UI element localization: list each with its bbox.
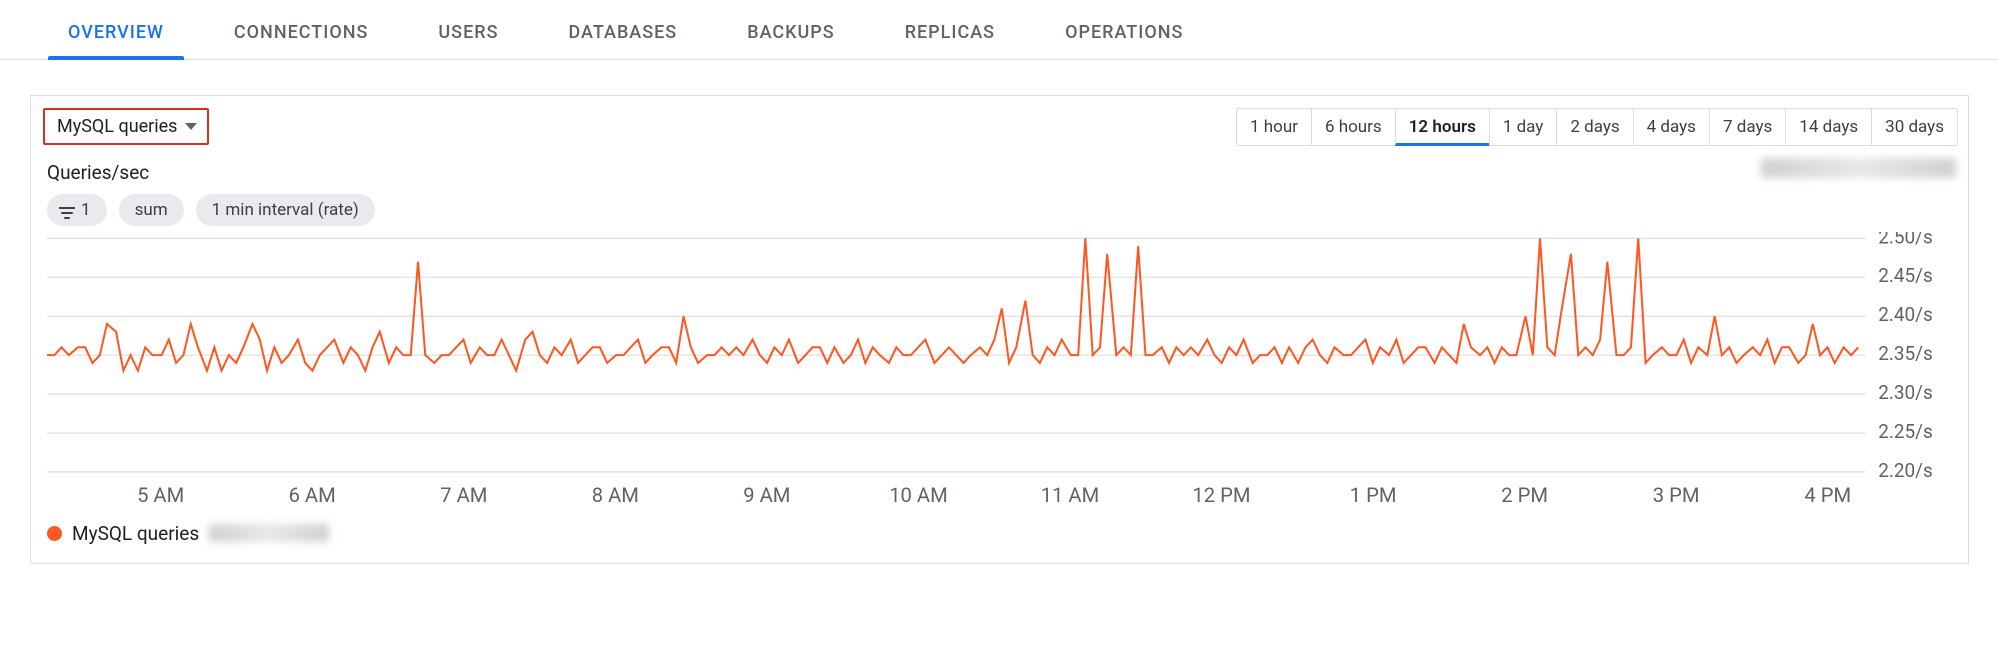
filter-icon: [59, 204, 75, 216]
time-range-6-hours[interactable]: 6 hours: [1311, 108, 1396, 146]
time-range-1-day[interactable]: 1 day: [1489, 108, 1558, 146]
svg-text:11 AM: 11 AM: [1041, 483, 1100, 507]
tab-databases[interactable]: DATABASES: [558, 22, 687, 59]
svg-text:2.45/s: 2.45/s: [1878, 264, 1933, 287]
chip-interval[interactable]: 1 min interval (rate): [196, 194, 375, 226]
svg-text:5 AM: 5 AM: [137, 483, 184, 507]
chevron-down-icon: [185, 123, 197, 130]
chip-filter-count: 1: [81, 200, 91, 220]
chip-interval-label: 1 min interval (rate): [212, 200, 359, 220]
redacted-legend-suffix: [209, 524, 329, 542]
time-range-1-hour[interactable]: 1 hour: [1236, 108, 1312, 146]
svg-text:7 AM: 7 AM: [440, 483, 487, 507]
time-range-30-days[interactable]: 30 days: [1871, 108, 1958, 146]
legend-dot-icon: [47, 526, 62, 541]
time-range-2-days[interactable]: 2 days: [1556, 108, 1633, 146]
metric-selector[interactable]: MySQL queries: [43, 108, 209, 145]
svg-text:2.20/s: 2.20/s: [1878, 459, 1933, 482]
chip-aggregation-label: sum: [135, 200, 168, 220]
tab-backups[interactable]: BACKUPS: [737, 22, 844, 59]
tab-connections[interactable]: CONNECTIONS: [224, 22, 379, 59]
svg-text:2.50/s: 2.50/s: [1878, 232, 1933, 248]
tab-bar: OVERVIEW CONNECTIONS USERS DATABASES BACKUPS…: [0, 0, 1999, 60]
chip-aggregation[interactable]: sum: [119, 194, 184, 226]
time-range-7-days[interactable]: 7 days: [1709, 108, 1786, 146]
svg-text:2.25/s: 2.25/s: [1878, 420, 1933, 443]
metric-selector-label: MySQL queries: [57, 116, 177, 137]
chart-svg: 2.50/s 2.45/s 2.40/s 2.35/s 2.30/s 2.25/s 2.20…: [47, 232, 1954, 510]
legend-series-label: MySQL queries: [72, 522, 199, 545]
tab-users[interactable]: USERS: [428, 22, 508, 59]
svg-text:12 PM: 12 PM: [1192, 483, 1250, 507]
svg-text:9 AM: 9 AM: [743, 483, 790, 507]
svg-text:4 PM: 4 PM: [1804, 483, 1851, 507]
tab-overview[interactable]: OVERVIEW: [58, 22, 174, 59]
time-range-12-hours[interactable]: 12 hours: [1395, 108, 1490, 146]
tab-replicas[interactable]: REPLICAS: [895, 22, 1005, 59]
metric-chart-card: MySQL queries 1 hour6 hours12 hours1 day…: [30, 95, 1969, 564]
svg-text:2 PM: 2 PM: [1501, 483, 1548, 507]
svg-text:6 AM: 6 AM: [289, 483, 336, 507]
time-range-14-days[interactable]: 14 days: [1785, 108, 1872, 146]
chart-legend: MySQL queries: [47, 522, 1958, 545]
redacted-instance-id: [1761, 158, 1956, 178]
svg-text:2.40/s: 2.40/s: [1878, 303, 1933, 326]
tab-operations[interactable]: OPERATIONS: [1055, 22, 1193, 59]
svg-text:3 PM: 3 PM: [1653, 483, 1700, 507]
svg-text:10 AM: 10 AM: [889, 483, 948, 507]
chart-y-axis-title: Queries/sec: [47, 161, 1958, 184]
chip-filter[interactable]: 1: [47, 194, 107, 226]
time-range-group: 1 hour6 hours12 hours1 day2 days4 days7 …: [1237, 108, 1958, 146]
chart-chips: 1 sum 1 min interval (rate): [47, 194, 1958, 226]
svg-text:8 AM: 8 AM: [592, 483, 639, 507]
time-range-4-days[interactable]: 4 days: [1633, 108, 1710, 146]
svg-text:1 PM: 1 PM: [1350, 483, 1397, 507]
svg-text:2.30/s: 2.30/s: [1878, 381, 1933, 404]
chart: 2.50/s 2.45/s 2.40/s 2.35/s 2.30/s 2.25/s 2.20…: [47, 232, 1954, 510]
svg-text:2.35/s: 2.35/s: [1878, 342, 1933, 365]
